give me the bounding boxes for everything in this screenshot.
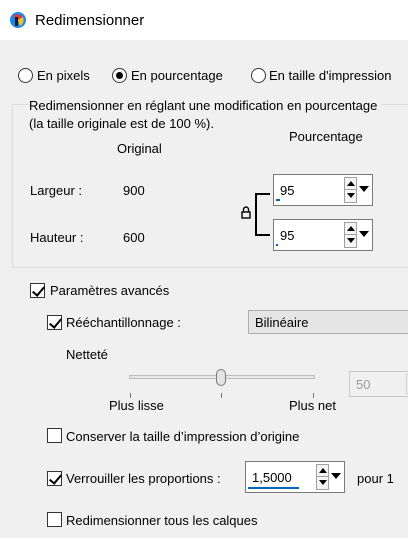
resample-method-select[interactable]: Bilinéaire (248, 310, 408, 334)
percent-header: Pourcentage (289, 129, 363, 144)
width-percent-spin[interactable]: 95 (273, 174, 373, 206)
slider-max-label: Plus net (289, 398, 336, 413)
resize-all-layers-label[interactable]: Redimensionner tous les calques (66, 513, 258, 528)
focus-underline (276, 199, 280, 201)
arrow-down-icon (319, 480, 327, 485)
dropdown-arrow-icon (359, 186, 369, 192)
app-logo-icon (10, 12, 26, 28)
slider-tick (221, 393, 222, 398)
radio-pixels[interactable] (18, 68, 33, 83)
height-percent-value: 95 (280, 228, 295, 243)
arrow-up-icon (319, 468, 327, 473)
group-description-line2: (la taille originale est de 100 %). (29, 116, 214, 131)
spin-up-button[interactable] (345, 223, 356, 235)
lock-bracket-top (255, 193, 270, 195)
focus-underline (276, 244, 278, 246)
resample-method-value: Bilinéaire (255, 315, 309, 330)
lock-ratio-label[interactable]: Verrouiller les proportions : (66, 471, 221, 486)
radio-print-size-label[interactable]: En taille d'impression (269, 68, 391, 83)
sharpness-label: Netteté (66, 347, 108, 362)
height-spin-arrows[interactable] (344, 222, 357, 248)
focus-underline (248, 487, 299, 489)
keep-print-size-label[interactable]: Conserver la taille d’impression d’origi… (66, 429, 299, 444)
radio-percent[interactable] (112, 68, 127, 83)
arrow-up-icon (347, 226, 355, 231)
group-description-line1: Redimensionner en réglant une modificati… (29, 98, 382, 113)
slider-min-label: Plus lisse (109, 398, 164, 413)
advanced-params-label[interactable]: Paramètres avancés (50, 283, 169, 298)
lock-icon[interactable] (241, 206, 251, 219)
keep-print-size-checkbox[interactable] (47, 428, 62, 443)
radio-percent-label[interactable]: En pourcentage (131, 68, 223, 83)
window-title: Redimensionner (35, 12, 145, 29)
original-header: Original (117, 141, 162, 156)
spin-down-button[interactable] (345, 235, 356, 247)
radio-pixels-label[interactable]: En pixels (37, 68, 90, 83)
ratio-spin[interactable]: 1,5000 (245, 461, 345, 493)
lock-bracket-bottom (255, 234, 270, 236)
width-label: Largeur : (30, 183, 83, 198)
ratio-suffix: pour 1 (357, 471, 394, 486)
height-percent-spin[interactable]: 95 (273, 219, 373, 251)
arrow-down-icon (347, 193, 355, 198)
spin-down-button[interactable] (317, 477, 328, 489)
width-original: 900 (123, 183, 145, 198)
ratio-value: 1,5000 (252, 470, 292, 485)
height-original: 600 (123, 230, 145, 245)
width-dropdown-button[interactable] (358, 177, 370, 203)
spin-up-button[interactable] (345, 178, 356, 190)
lock-bracket (255, 193, 257, 236)
resample-checkbox[interactable] (47, 315, 62, 330)
sharpness-value-spin: 50 (349, 371, 408, 397)
advanced-params-checkbox[interactable] (30, 283, 45, 298)
height-label: Hauteur : (30, 230, 84, 245)
sharpness-slider-thumb[interactable] (216, 369, 226, 386)
width-spin-arrows[interactable] (344, 177, 357, 203)
title-bar: Redimensionner (0, 0, 408, 40)
arrow-down-icon (347, 238, 355, 243)
spin-up-button[interactable] (317, 465, 328, 477)
resize-all-layers-checkbox[interactable] (47, 512, 62, 527)
sharpness-value: 50 (356, 377, 371, 392)
resample-label[interactable]: Rééchantillonnage : (66, 315, 181, 330)
ratio-dropdown-button[interactable] (330, 464, 342, 490)
width-percent-value: 95 (280, 183, 295, 198)
arrow-up-icon (347, 181, 355, 186)
dropdown-arrow-icon (359, 231, 369, 237)
height-dropdown-button[interactable] (358, 222, 370, 248)
radio-print-size[interactable] (251, 68, 266, 83)
lock-ratio-checkbox[interactable] (47, 471, 62, 486)
spin-down-button[interactable] (345, 190, 356, 202)
ratio-spin-arrows[interactable] (316, 464, 329, 490)
dropdown-arrow-icon (331, 473, 341, 479)
